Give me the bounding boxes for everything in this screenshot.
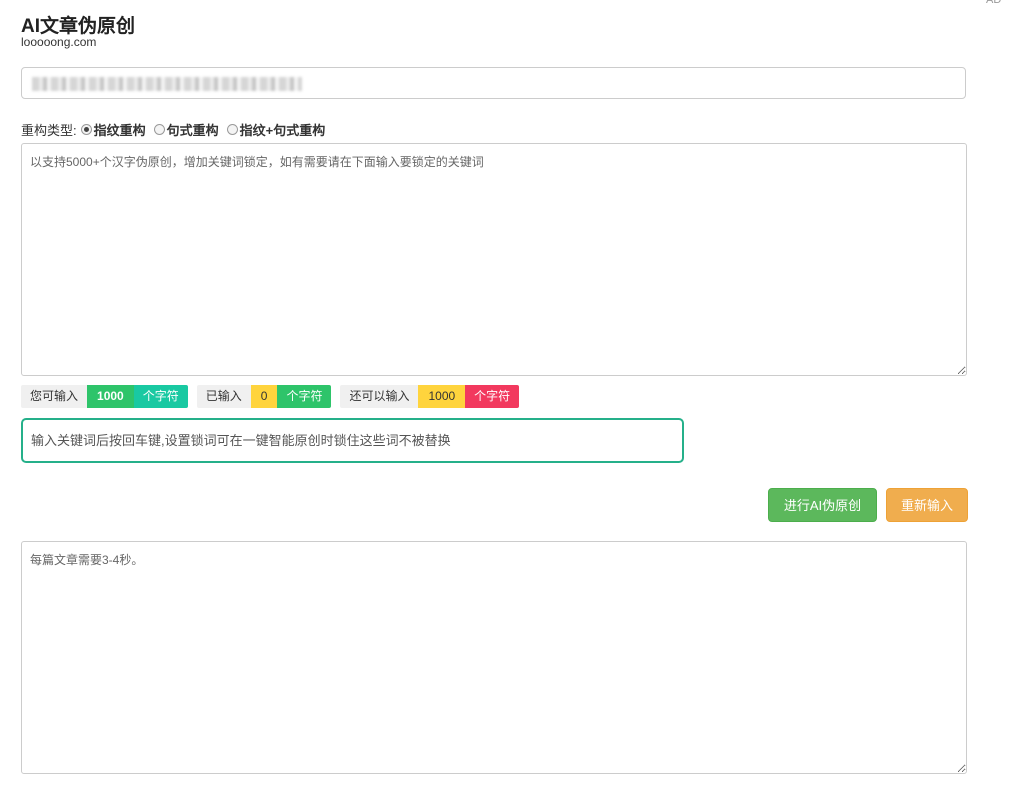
counter-remaining: 还可以输入 1000 个字符	[340, 385, 520, 408]
counter-label: 还可以输入	[340, 385, 419, 408]
mode-option-label: 指纹+句式重构	[239, 123, 326, 138]
result-text-area[interactable]	[21, 541, 967, 774]
counter-label: 您可输入	[21, 385, 88, 408]
radio-icon[interactable]	[153, 124, 165, 135]
reset-input-button[interactable]: 重新输入	[886, 488, 968, 522]
url-input[interactable]	[21, 67, 966, 99]
ai-rewrite-button[interactable]: 进行AI伪原创	[768, 488, 877, 522]
page-title: AI文章伪原创	[21, 16, 136, 37]
keyword-lock-input[interactable]	[21, 418, 684, 463]
mode-option-label: 指纹重构	[93, 123, 146, 138]
counter-value: 0	[250, 385, 278, 408]
mode-option-label: 句式重构	[166, 123, 219, 138]
counter-unit: 个字符	[277, 385, 332, 408]
rewrite-mode-label: 重构类型:	[21, 123, 77, 138]
char-counters: 您可输入 1000 个字符 已输入 0 个字符 还可以输入 1000 个字符	[21, 385, 528, 408]
counter-value: 1000	[87, 385, 134, 408]
source-text-area[interactable]	[21, 143, 967, 376]
counter-value: 1000	[418, 385, 466, 408]
mode-option-combined[interactable]: 指纹+句式重构	[223, 120, 326, 139]
radio-checked-icon[interactable]	[80, 124, 92, 135]
counter-entered: 已输入 0 个字符	[196, 385, 332, 408]
mode-option-sentence[interactable]: 句式重构	[150, 120, 219, 139]
rewrite-mode-group: 重构类型: 指纹重构 句式重构 指纹+句式重构	[21, 120, 329, 139]
blurred-url-text	[32, 77, 302, 91]
ad-label: AD	[986, 0, 1002, 6]
counter-unit: 个字符	[133, 385, 188, 408]
site-domain: looooong.com	[21, 35, 97, 49]
counter-label: 已输入	[196, 385, 251, 408]
counter-unit: 个字符	[465, 385, 520, 408]
counter-allowed: 您可输入 1000 个字符	[21, 385, 188, 408]
mode-option-fingerprint[interactable]: 指纹重构	[77, 120, 146, 139]
radio-icon[interactable]	[226, 124, 238, 135]
